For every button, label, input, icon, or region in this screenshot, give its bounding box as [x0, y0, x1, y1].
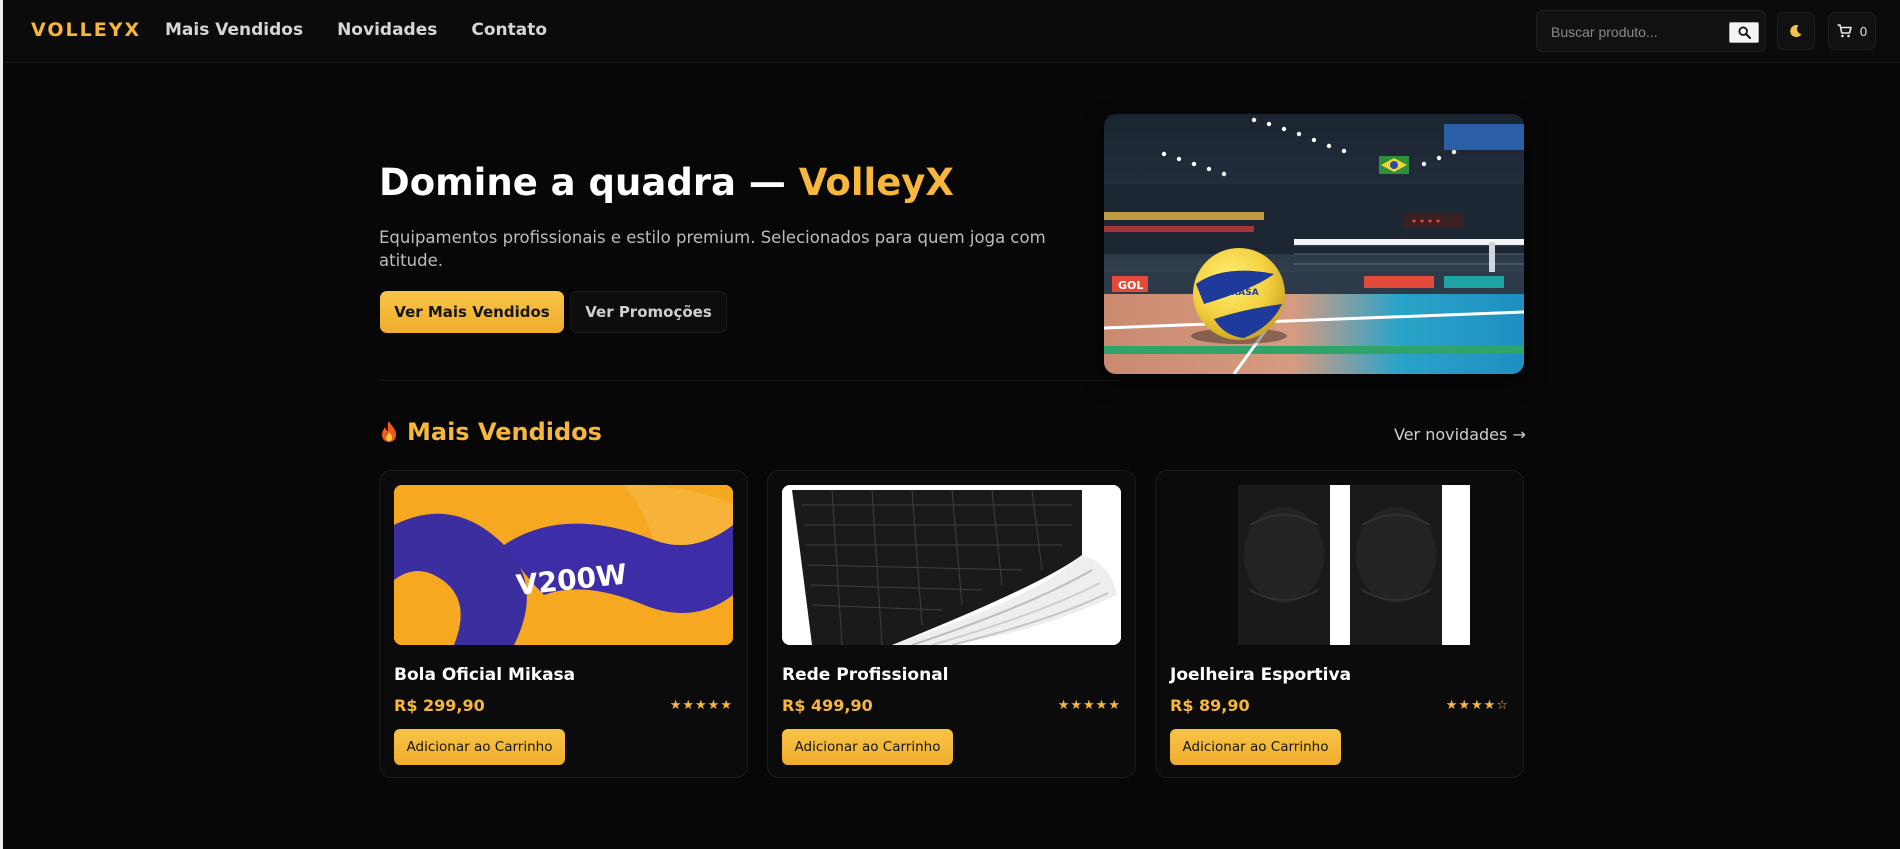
product-card[interactable]: Rede Profissional R$ 499,90 ★★★★★ Adicio…	[767, 470, 1136, 778]
product-card[interactable]: V200W Bola Oficial Mikasa R$ 299,90 ★★★★…	[379, 470, 748, 778]
theme-toggle-button[interactable]	[1777, 12, 1815, 50]
hero-divider	[379, 380, 1119, 381]
hero-title-prefix: Domine a quadra —	[379, 161, 799, 204]
search-box	[1536, 10, 1766, 52]
product-name: Bola Oficial Mikasa	[394, 665, 576, 685]
nav-contato[interactable]: Contato	[471, 20, 547, 40]
product-rating-stars: ★★★★★	[1057, 698, 1121, 713]
section-title-text: Mais Vendidos	[407, 418, 602, 446]
svg-text:MIKASA: MIKASA	[1219, 288, 1259, 298]
product-price: R$ 89,90	[1170, 696, 1250, 715]
page-edge	[0, 0, 3, 849]
search-input[interactable]	[1551, 22, 1716, 42]
hero-image: GOL MIKASA	[1104, 114, 1524, 374]
add-to-cart-button[interactable]: Adicionar ao Carrinho	[782, 729, 953, 765]
search-button[interactable]	[1729, 22, 1759, 43]
nav-novidades[interactable]: Novidades	[337, 20, 437, 40]
section-title: Mais Vendidos	[379, 418, 602, 446]
product-name: Rede Profissional	[782, 665, 949, 685]
ver-novidades-link[interactable]: Ver novidades →	[1394, 425, 1526, 444]
nav-mais-vendidos[interactable]: Mais Vendidos	[165, 20, 303, 40]
hero-title: Domine a quadra — VolleyX	[379, 161, 954, 204]
hero-subtitle: Equipamentos profissionais e estilo prem…	[379, 228, 1046, 270]
product-price: R$ 499,90	[782, 696, 873, 715]
cart-button[interactable]: 0	[1828, 12, 1876, 50]
moon-icon	[1790, 25, 1802, 38]
ver-mais-vendidos-button[interactable]: Ver Mais Vendidos	[380, 291, 564, 333]
fire-icon	[382, 421, 396, 442]
ver-promocoes-button[interactable]: Ver Promoções	[570, 291, 727, 333]
add-to-cart-button[interactable]: Adicionar ao Carrinho	[394, 729, 565, 765]
add-to-cart-button[interactable]: Adicionar ao Carrinho	[1170, 729, 1341, 765]
product-image-ball: V200W	[394, 485, 733, 645]
logo[interactable]: VOLLEYX	[31, 19, 141, 41]
cart-icon	[1837, 24, 1852, 38]
svg-text:GOL: GOL	[1118, 279, 1143, 292]
search-icon	[1737, 26, 1751, 39]
product-rating-stars: ★★★★★	[669, 698, 733, 713]
product-card[interactable]: Joelheira Esportiva R$ 89,90 ★★★★☆ Adici…	[1155, 470, 1524, 778]
product-image-kneepad	[1170, 485, 1509, 645]
hero-title-brand: VolleyX	[798, 161, 954, 204]
top-navbar: VOLLEYX Mais Vendidos Novidades Contato …	[3, 0, 1900, 63]
product-price: R$ 299,90	[394, 696, 485, 715]
product-name: Joelheira Esportiva	[1170, 665, 1352, 685]
cart-count: 0	[1859, 23, 1868, 39]
main-nav: Mais Vendidos Novidades Contato	[165, 20, 547, 40]
product-image-net	[782, 485, 1121, 645]
product-rating-stars: ★★★★☆	[1445, 698, 1509, 713]
